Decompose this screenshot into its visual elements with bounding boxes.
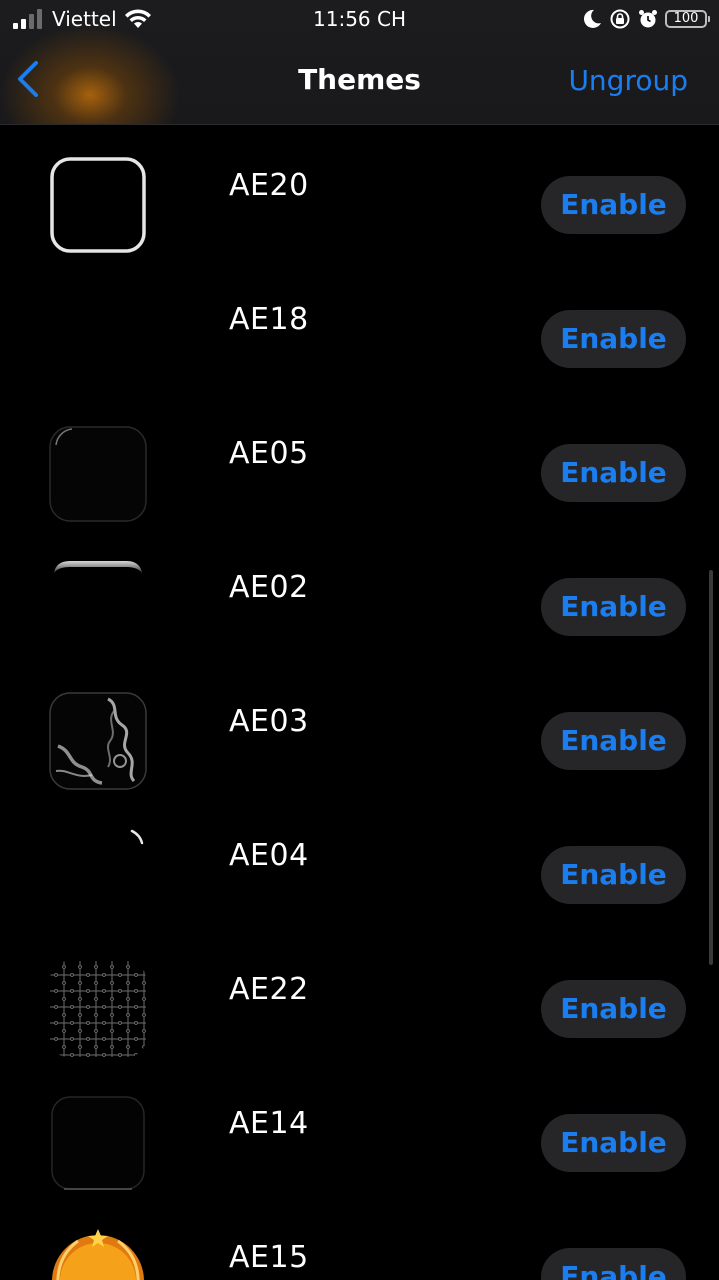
theme-thumbnail-icon	[52, 1229, 144, 1280]
theme-name: AE18	[229, 302, 309, 337]
theme-thumbnail-icon	[51, 1096, 145, 1190]
list-item[interactable]: AE02 Enable	[0, 527, 719, 661]
battery-icon: 100	[665, 10, 710, 28]
theme-thumbnail-icon	[49, 426, 147, 522]
list-item[interactable]: AE22 Enable	[0, 929, 719, 1063]
theme-thumbnail-icon	[50, 157, 146, 253]
enable-button[interactable]: Enable	[541, 712, 686, 770]
themes-list[interactable]: AE20 Enable AE18 Enable AE05 Enable AE02…	[0, 125, 719, 1280]
enable-button[interactable]: Enable	[541, 176, 686, 234]
scrollbar[interactable]	[709, 570, 713, 965]
enable-button[interactable]: Enable	[541, 1114, 686, 1172]
status-bar: Viettel 11:56 CH 100	[0, 0, 719, 40]
list-item[interactable]: AE20 Enable	[0, 125, 719, 259]
enable-button[interactable]: Enable	[541, 846, 686, 904]
list-item[interactable]: AE03 Enable	[0, 661, 719, 795]
list-item[interactable]: AE15 Enable	[0, 1197, 719, 1280]
enable-button[interactable]: Enable	[541, 980, 686, 1038]
theme-name: AE22	[229, 972, 309, 1007]
header: Viettel 11:56 CH 100 Themes Ungroup	[0, 0, 719, 125]
theme-name: AE15	[229, 1240, 309, 1275]
theme-thumbnail-icon	[130, 829, 144, 845]
theme-name: AE04	[229, 838, 309, 873]
enable-button[interactable]: Enable	[541, 578, 686, 636]
enable-button[interactable]: Enable	[541, 444, 686, 502]
theme-thumbnail-icon	[48, 289, 148, 389]
theme-name: AE14	[229, 1106, 309, 1141]
ungroup-button[interactable]: Ungroup	[568, 64, 688, 97]
list-item[interactable]: AE05 Enable	[0, 393, 719, 527]
theme-name: AE05	[229, 436, 309, 471]
moon-icon	[583, 9, 601, 28]
nav-bar: Themes Ungroup	[0, 44, 719, 120]
theme-name: AE02	[229, 570, 309, 605]
list-item[interactable]: AE04 Enable	[0, 795, 719, 929]
theme-thumbnail-icon	[54, 561, 142, 573]
theme-name: AE20	[229, 168, 309, 203]
list-item[interactable]: AE14 Enable	[0, 1063, 719, 1197]
enable-button[interactable]: Enable	[541, 310, 686, 368]
theme-thumbnail-icon	[49, 692, 147, 790]
status-icons: 100	[581, 6, 710, 32]
theme-name: AE03	[229, 704, 309, 739]
rotation-lock-icon	[610, 9, 630, 29]
alarm-icon	[639, 10, 657, 28]
enable-button[interactable]: Enable	[541, 1248, 686, 1280]
theme-thumbnail-icon	[50, 961, 146, 1057]
list-item[interactable]: AE18 Enable	[0, 259, 719, 393]
